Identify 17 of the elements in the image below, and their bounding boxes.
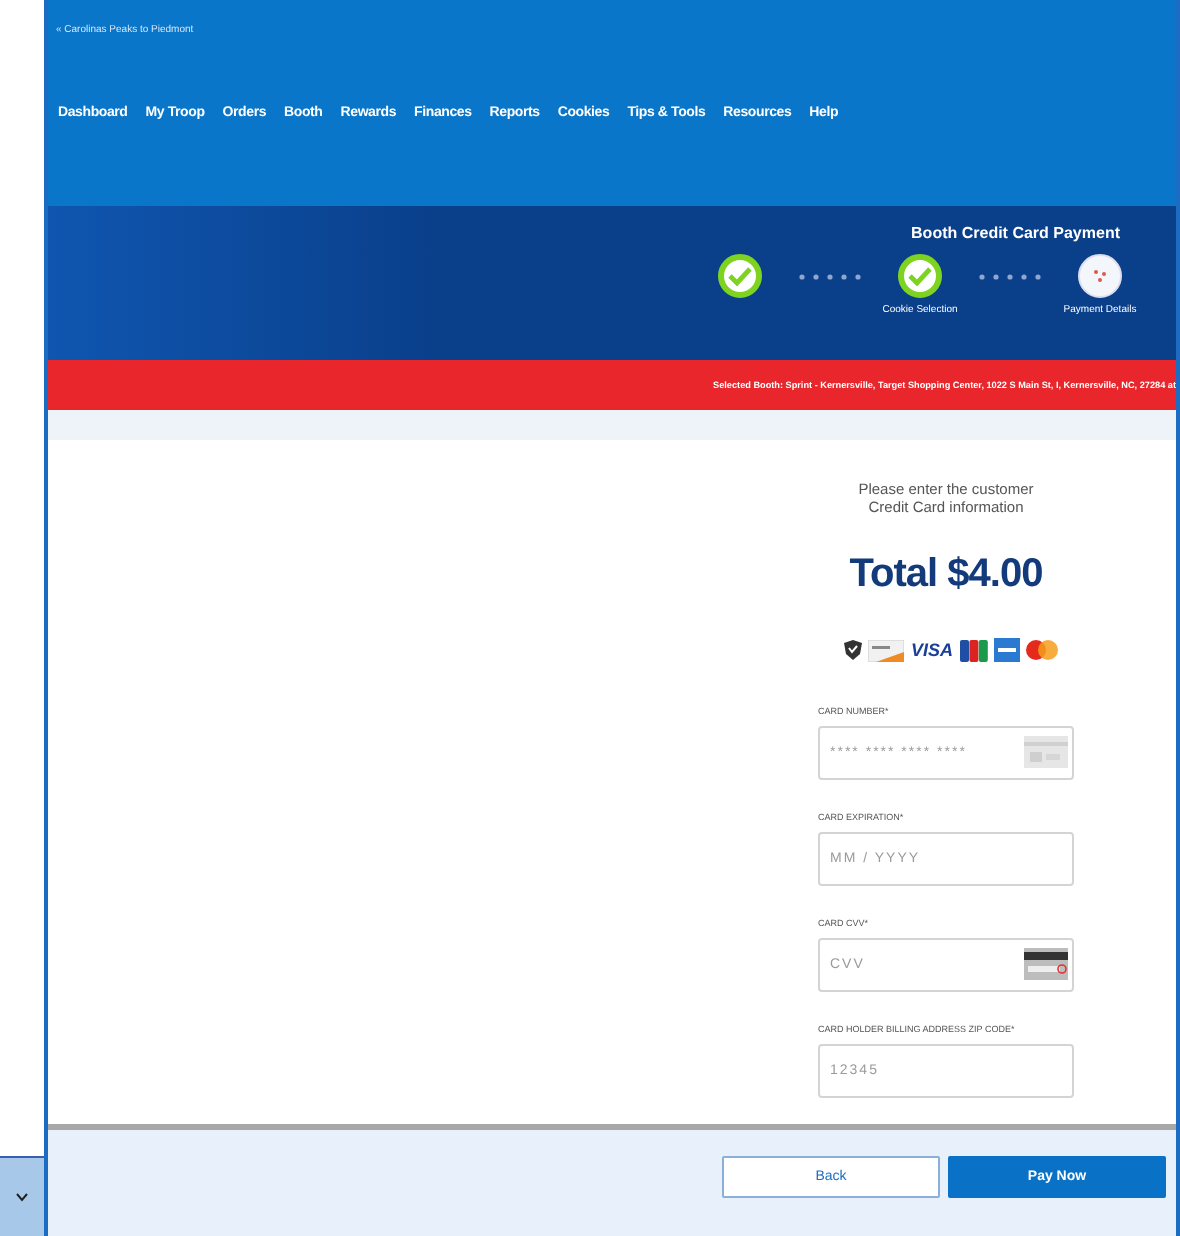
chevron-icon — [16, 1192, 28, 1202]
card-logo-icon — [1025, 640, 1057, 660]
shield-icon — [844, 640, 863, 660]
card-logo-icon — [993, 638, 1019, 662]
card-back-icon — [1024, 948, 1068, 980]
step-connector — [796, 274, 864, 280]
side-tab[interactable] — [0, 1156, 44, 1236]
step-connector — [976, 274, 1044, 280]
visa-logo: VISA — [910, 640, 953, 660]
total-amount: Total $4.00 — [847, 552, 1045, 598]
page-title: Booth Credit Card Payment — [911, 224, 1120, 242]
card-logo-icon — [959, 639, 987, 661]
checkmark-icon — [908, 266, 932, 286]
card-icon — [1024, 736, 1068, 768]
checkmark-icon — [728, 266, 752, 286]
card-logo-icon — [868, 639, 905, 661]
dots-icon — [1090, 266, 1110, 286]
